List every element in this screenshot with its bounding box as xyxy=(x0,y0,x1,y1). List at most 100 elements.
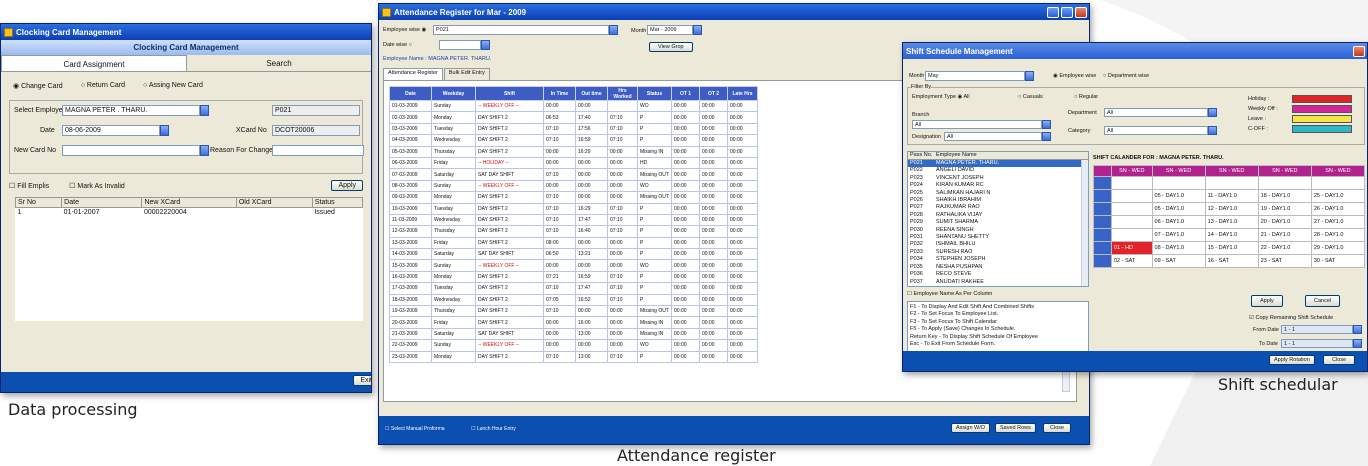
to-date-field[interactable]: 1 - 1 xyxy=(1281,339,1353,348)
table-row[interactable]: 14-03-2009 Saturday SAT DAY SHIFT 06:50 13:2… xyxy=(389,248,758,261)
calendar-cell[interactable] xyxy=(1310,176,1366,190)
table-row[interactable]: 08-03-2009 Sunday -- WEEKLY OFF -- 00:00 00:… xyxy=(389,179,758,193)
calendar-cell[interactable] xyxy=(1093,215,1112,229)
designation-combo[interactable]: All xyxy=(944,132,1042,141)
apply-button[interactable]: Apply xyxy=(331,180,363,191)
chevron-down-icon[interactable] xyxy=(200,145,209,156)
category-combo[interactable]: All xyxy=(1104,126,1208,135)
assign-wo-button[interactable]: Assign W/O xyxy=(951,423,991,433)
chevron-down-icon[interactable] xyxy=(1208,108,1217,117)
list-scrollbar[interactable] xyxy=(1081,160,1088,286)
list-item[interactable]: P021 MAGNA PETER. THARU. xyxy=(908,160,1088,168)
lunch-hour-checkbox[interactable]: ☐ Lunch Hour Entry xyxy=(471,426,516,432)
calendar-cell[interactable] xyxy=(1111,176,1153,190)
table-row[interactable]: 06-03-2009 Friday -- HOLIDAY -- 00:00 00:00 0… xyxy=(389,156,758,170)
calendar-cell[interactable] xyxy=(1093,254,1112,268)
maximize-icon[interactable] xyxy=(1061,6,1073,18)
calendar-cell[interactable] xyxy=(1093,189,1112,203)
chevron-down-icon[interactable] xyxy=(1353,325,1362,334)
tab-bulk-edit-entry[interactable]: Bulk Edit Entry xyxy=(443,68,490,80)
chevron-down-icon[interactable] xyxy=(609,25,618,35)
chevron-down-icon[interactable] xyxy=(1353,339,1362,348)
list-item[interactable]: P026 SHAIKH IBRAHIM xyxy=(908,197,1088,204)
table-row[interactable]: 19-03-2009 Thursday DAY SHIFT 2 07:10 00:00 0… xyxy=(389,305,758,318)
view-group-button[interactable]: View Grop xyxy=(649,42,693,52)
calendar-cell[interactable]: 01 - HD xyxy=(1111,241,1153,255)
table-row[interactable]: 03-03-2009 Tuesday DAY SHIFT 2 07:10 17:56 07… xyxy=(389,122,758,136)
apply-rotation-button[interactable]: Apply Rotation xyxy=(1269,355,1315,365)
employee-list[interactable]: Pass No. Employee Name P021 MAGNA PETER. … xyxy=(907,151,1089,287)
calendar-cell[interactable] xyxy=(1111,202,1153,216)
list-item[interactable]: P032 ISHMAIL BHILU xyxy=(908,241,1088,248)
chevron-down-icon[interactable] xyxy=(200,105,209,116)
calendar-cell[interactable]: 23 - SAT xyxy=(1257,254,1312,268)
table-row[interactable]: 17-03-2009 Tuesday DAY SHIFT 2 07:10 17:47 07… xyxy=(389,282,758,295)
branch-combo[interactable]: All xyxy=(912,120,1042,129)
calendar-cell[interactable] xyxy=(1093,176,1112,190)
calendar-cell[interactable]: 06 - DAY1.0 xyxy=(1151,215,1206,229)
tab-search[interactable]: Search xyxy=(187,55,371,71)
from-date-field[interactable]: 1 - 1 xyxy=(1281,325,1353,334)
regular-radio[interactable]: ○ Regular xyxy=(1074,94,1098,100)
apply-button[interactable]: Apply xyxy=(1251,295,1283,307)
list-item[interactable]: P028 RATHALIKA VIJAY xyxy=(908,212,1088,219)
date-wise-radio[interactable]: Date wise ○ xyxy=(383,42,412,48)
table-row[interactable]: 11-03-2009 Wednesday DAY SHIFT 2 07:10 17:47… xyxy=(389,213,758,227)
calendar-cell[interactable]: 02 - SAT xyxy=(1111,254,1153,268)
calendar-cell[interactable]: 26 - DAY1.0 xyxy=(1310,202,1366,216)
manual-proforma-checkbox[interactable]: ☐ Select Manual Proforma xyxy=(385,426,445,432)
calendar-cell[interactable] xyxy=(1111,189,1153,203)
calendar-cell[interactable] xyxy=(1111,215,1153,229)
list-item[interactable]: P022 ANGELI DAVID xyxy=(908,167,1088,174)
table-row[interactable]: 20-03-2009 Friday DAY SHIFT 2 00:00 16:00 00:… xyxy=(389,316,758,329)
list-item[interactable]: P034 STEPHEN JOSEPH xyxy=(908,256,1088,263)
date-field[interactable] xyxy=(439,40,481,50)
list-item[interactable]: P025 SALIMKAN HAJARI N xyxy=(908,190,1088,197)
employee-name-column-checkbox[interactable]: ☐ Employee Name As Per Column xyxy=(907,291,992,297)
new-card-field[interactable] xyxy=(62,145,200,156)
list-item[interactable]: P033 SURESH RAO xyxy=(908,249,1088,256)
calendar-dropdown-icon[interactable] xyxy=(160,125,169,136)
table-row[interactable]: 10-03-2009 Tuesday DAY SHIFT 2 07:10 16:29 07… xyxy=(389,202,758,215)
date-field[interactable]: 08-06-2009 xyxy=(62,125,160,136)
chevron-down-icon[interactable] xyxy=(1025,71,1034,81)
cancel-button[interactable]: Cancel xyxy=(1305,295,1341,307)
calendar-cell[interactable]: 05 - DAY1.0 xyxy=(1151,202,1206,216)
table-row[interactable]: 12-03-2009 Thursday DAY SHIFT 2 07:10 16:40 0… xyxy=(389,225,758,238)
chevron-down-icon[interactable] xyxy=(1208,126,1217,135)
copy-remaining-checkbox[interactable]: ☑ Copy Remaining Shift Schedule xyxy=(1249,315,1333,321)
calendar-cell[interactable] xyxy=(1151,176,1206,190)
calendar-cell[interactable]: 11 - DAY1.0 xyxy=(1204,189,1259,203)
chevron-down-icon[interactable] xyxy=(1042,120,1051,129)
tab-card-assignment[interactable]: Card Assignment xyxy=(1,55,187,71)
calendar-cell[interactable] xyxy=(1093,202,1112,216)
chevron-down-icon[interactable] xyxy=(693,25,702,35)
calendar-cell[interactable]: 20 - DAY1.0 xyxy=(1257,215,1312,229)
list-item[interactable]: P027 RAJKUMAR RAO xyxy=(908,204,1088,211)
close-icon[interactable] xyxy=(1075,6,1087,18)
list-item[interactable]: P029 SUMIT SHARMA xyxy=(908,219,1088,226)
list-item[interactable]: P038PRAVASA STEPHEN xyxy=(908,286,1088,287)
fill-employees-checkbox[interactable]: ☐ Fill Emplis xyxy=(9,182,49,190)
table-row[interactable]: 13-03-2009 Friday DAY SHIFT 2 08:00 00:00 00:… xyxy=(389,236,758,250)
calendar-cell[interactable] xyxy=(1111,228,1153,242)
calendar-cell[interactable]: 27 - DAY1.0 xyxy=(1310,215,1366,229)
mark-invalid-checkbox[interactable]: ☐ Mark As Invalid xyxy=(69,182,125,190)
calendar-cell[interactable]: 15 - DAY1.0 xyxy=(1204,241,1259,255)
list-item[interactable]: P024 KIRAN KUMAR RC xyxy=(908,182,1088,189)
exit-button[interactable]: Exit xyxy=(353,375,371,386)
table-row[interactable]: 07-03-2009 Saturday SAT DAY SHIFT 07:10 00:0… xyxy=(389,168,758,181)
table-row[interactable]: 18-03-2009 Wednesday DAY SHIFT 2 07:05 16:52… xyxy=(389,293,758,307)
list-item[interactable]: P036 RECO STEVE xyxy=(908,271,1088,278)
table-row[interactable]: 21-03-2009 Saturday SAT DAY SHIFT 00:00 13:0… xyxy=(389,327,758,341)
reason-field[interactable] xyxy=(272,145,364,156)
calendar-cell[interactable]: 22 - DAY1.0 xyxy=(1257,241,1312,255)
minimize-icon[interactable] xyxy=(1047,6,1059,18)
calendar-cell[interactable] xyxy=(1093,241,1112,255)
calendar-cell[interactable]: 16 - SAT xyxy=(1204,254,1259,268)
employee-wise-radio[interactable]: ◉ Employee wise xyxy=(1053,73,1096,79)
calendar-cell[interactable]: 29 - DAY1.0 xyxy=(1310,241,1366,255)
calendar-cell[interactable]: 08 - DAY1.0 xyxy=(1151,241,1206,255)
department-combo[interactable]: All xyxy=(1104,108,1208,117)
list-item[interactable]: P030 REENA SINGH xyxy=(908,227,1088,234)
